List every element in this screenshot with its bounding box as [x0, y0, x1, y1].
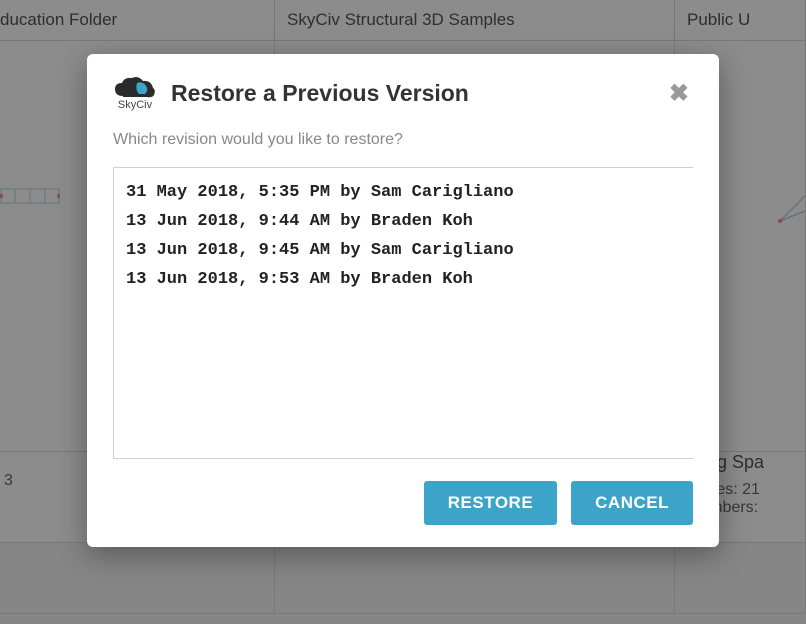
revision-item[interactable]: 13 Jun 2018, 9:44 AM by Braden Koh: [126, 207, 681, 236]
restore-button[interactable]: Restore: [424, 481, 557, 525]
revision-list[interactable]: 31 May 2018, 5:35 PM by Sam Carigliano13…: [113, 167, 693, 459]
modal-subtitle: Which revision would you like to restore…: [113, 131, 693, 149]
modal-title: Restore a Previous Version: [171, 80, 469, 107]
revision-item[interactable]: 13 Jun 2018, 9:53 AM by Braden Koh: [126, 265, 681, 294]
modal-header: SkyCiv Restore a Previous Version ✖: [113, 76, 693, 111]
modal-footer: Restore Cancel: [113, 481, 693, 525]
logo-text: SkyCiv: [118, 100, 152, 111]
revision-item[interactable]: 31 May 2018, 5:35 PM by Sam Carigliano: [126, 178, 681, 207]
restore-version-modal: SkyCiv Restore a Previous Version ✖ Whic…: [87, 54, 719, 547]
close-button[interactable]: ✖: [665, 82, 693, 106]
cancel-button[interactable]: Cancel: [571, 481, 693, 525]
revision-item[interactable]: 13 Jun 2018, 9:45 AM by Sam Carigliano: [126, 236, 681, 265]
skyciv-logo: SkyCiv: [113, 76, 157, 111]
